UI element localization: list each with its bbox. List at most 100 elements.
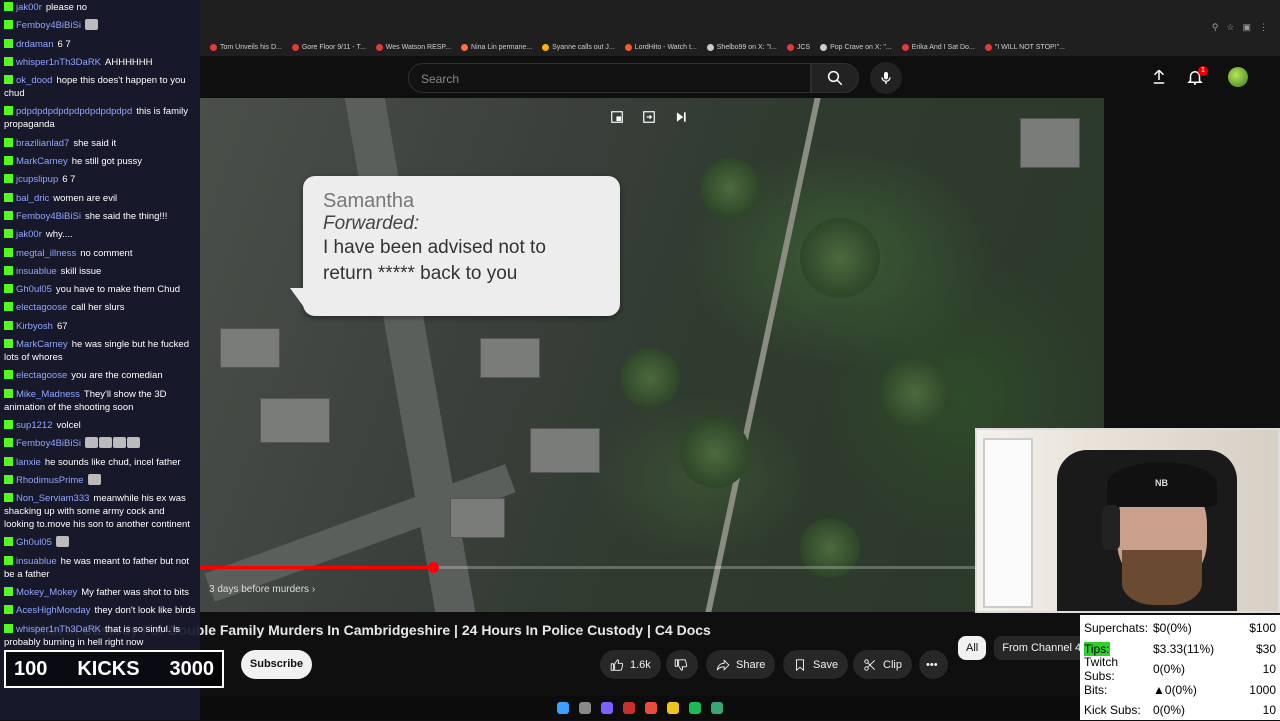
- search-input[interactable]: Search: [408, 63, 811, 93]
- bookmark-label: Nina Lin permane...: [471, 43, 533, 51]
- chat-username[interactable]: Non_Serviam333: [16, 493, 89, 504]
- windows-taskbar: [200, 696, 1080, 720]
- chat-message: Femboy4BiBiSi: [4, 19, 196, 32]
- chat-username[interactable]: electagoose: [16, 370, 67, 381]
- chat-username[interactable]: whisper1nTh3DaRK: [16, 624, 101, 635]
- chat-text: women are evil: [53, 192, 118, 204]
- chat-message: MarkCarney he still got pussy: [4, 155, 196, 168]
- extension-icon[interactable]: ▣: [1242, 22, 1251, 33]
- chapter-title: 3 days before murders: [209, 584, 310, 595]
- video-player[interactable]: Samantha Forwarded: I have been advised …: [200, 98, 1104, 612]
- chat-emote-icon: [84, 19, 98, 31]
- chat-username[interactable]: Femboy4BiBiSi: [16, 211, 81, 222]
- save-button[interactable]: Save: [783, 650, 849, 679]
- chat-username[interactable]: jak00r: [16, 2, 42, 13]
- chat-username[interactable]: Mokey_Mokey: [16, 587, 77, 598]
- chat-username[interactable]: RhodimusPrime: [16, 475, 84, 486]
- streamer-beard: [1122, 550, 1202, 605]
- chat-username[interactable]: whisper1nTh3DaRK: [16, 57, 101, 68]
- search-button[interactable]: [811, 63, 859, 93]
- kicks-target: 3000: [169, 657, 214, 680]
- more-actions-button[interactable]: •••: [919, 650, 948, 679]
- stat-goal: 10: [1262, 662, 1276, 677]
- subscribe-button[interactable]: Subscribe: [241, 650, 312, 679]
- bookmark-item[interactable]: Pop Crave on X: "...: [820, 43, 892, 51]
- chat-username[interactable]: insuablue: [16, 266, 57, 277]
- bookmark-item[interactable]: JCS: [786, 43, 810, 51]
- message-sender: Samantha: [323, 190, 415, 212]
- chat-username[interactable]: Femboy4BiBiSi: [16, 438, 81, 449]
- chat-username[interactable]: Femboy4BiBiSi: [16, 20, 81, 31]
- chat-username[interactable]: jcupslipup: [16, 174, 58, 185]
- next-video-icon[interactable]: [674, 110, 688, 124]
- stat-label: Tips:: [1084, 641, 1110, 656]
- background-window: [983, 438, 1033, 608]
- chat-username[interactable]: lanxie: [16, 457, 41, 468]
- video-scrubber-handle[interactable]: [427, 562, 439, 573]
- discord-icon[interactable]: [601, 702, 613, 714]
- chat-username[interactable]: Gh0ul05: [16, 537, 52, 548]
- file-explorer-icon[interactable]: [667, 702, 679, 714]
- chat-username[interactable]: AcesHighMonday: [16, 605, 90, 616]
- upload-icon[interactable]: [1150, 68, 1168, 91]
- chat-username[interactable]: brazilianlad7: [16, 138, 69, 149]
- app-icon-2[interactable]: [711, 702, 723, 714]
- spotify-icon[interactable]: [689, 702, 701, 714]
- stat-progress: $3.33(11%): [1153, 641, 1215, 656]
- bookmark-item[interactable]: LordHito - Watch t...: [624, 43, 697, 51]
- chat-username[interactable]: ok_dood: [16, 75, 52, 86]
- like-button[interactable]: 1.6k: [600, 650, 661, 679]
- clip-label: Clip: [883, 658, 902, 671]
- chat-username[interactable]: MarkCarney: [16, 339, 68, 350]
- chat-username[interactable]: pdpdpdpdpdpdpdpdpdpdpd: [16, 106, 132, 117]
- chip-from-channel[interactable]: From Channel 4: [994, 636, 1090, 660]
- clip-button[interactable]: Clip: [853, 650, 912, 679]
- bookmark-item[interactable]: Syanne calls out J...: [542, 43, 615, 51]
- app-icon[interactable]: [623, 702, 635, 714]
- chat-username[interactable]: jak00r: [16, 229, 42, 240]
- chat-username[interactable]: MarkCarney: [16, 156, 68, 167]
- bookmark-item[interactable]: Erika And I Sat Do...: [901, 43, 975, 51]
- theater-mode-icon[interactable]: [642, 110, 656, 124]
- voice-search-button[interactable]: [870, 62, 902, 94]
- start-icon[interactable]: [557, 702, 569, 714]
- stat-label: Kick Subs:: [1084, 703, 1141, 718]
- chat-message: pdpdpdpdpdpdpdpdpdpdpd this is family pro…: [4, 105, 196, 131]
- chat-username[interactable]: Gh0ul05: [16, 284, 52, 295]
- bookmark-item[interactable]: "I WILL NOT STOP!"...: [984, 43, 1065, 51]
- chat-username[interactable]: drdaman: [16, 39, 54, 50]
- chat-username[interactable]: electagoose: [16, 302, 67, 313]
- user-avatar[interactable]: [1228, 67, 1248, 87]
- chat-emote-icon: [55, 536, 69, 548]
- kick-badge-icon: [4, 302, 13, 312]
- chat-username[interactable]: Mike_Madness: [16, 389, 80, 400]
- star-icon[interactable]: ☆: [1226, 22, 1234, 33]
- share-button[interactable]: Share: [706, 650, 776, 679]
- kick-badge-icon: [4, 284, 13, 294]
- browser-extension-icons[interactable]: ⚲ ☆ ▣ ⋮: [1212, 22, 1268, 33]
- bookmark-item[interactable]: Wes Watson RESP...: [375, 43, 451, 51]
- chat-username[interactable]: megtal_illness: [16, 248, 76, 259]
- chat-username[interactable]: insuablue: [16, 556, 57, 567]
- kick-badge-icon: [4, 174, 13, 184]
- chapter-label[interactable]: 3 days before murders ›: [209, 584, 315, 595]
- dislike-button[interactable]: [666, 650, 698, 679]
- search-icon[interactable]: [579, 702, 591, 714]
- bookmark-favicon-icon: [375, 43, 383, 51]
- bookmark-item[interactable]: Tom Unveils his D...: [210, 43, 282, 51]
- thumbs-up-icon: [610, 658, 624, 671]
- menu-dots-icon[interactable]: ⋮: [1259, 22, 1268, 33]
- chat-username[interactable]: bal_dric: [16, 193, 49, 204]
- chat-username[interactable]: sup1212: [16, 420, 52, 431]
- bookmark-item[interactable]: Nina Lin permane...: [461, 43, 533, 51]
- chip-all[interactable]: All: [958, 636, 987, 660]
- miniplayer-icon[interactable]: [610, 110, 624, 124]
- bookmark-label: Pop Crave on X: "...: [830, 43, 892, 51]
- zoom-icon[interactable]: ⚲: [1212, 22, 1219, 33]
- headphone-earcup: [1102, 505, 1120, 550]
- bookmark-item[interactable]: Gore Floor 9/11 - T...: [291, 43, 366, 51]
- chat-username[interactable]: Kirbyosh: [16, 321, 53, 332]
- chrome-icon[interactable]: [645, 702, 657, 714]
- kick-badge-icon: [4, 587, 13, 597]
- bookmark-item[interactable]: Shelbo99 on X: "I...: [706, 43, 777, 51]
